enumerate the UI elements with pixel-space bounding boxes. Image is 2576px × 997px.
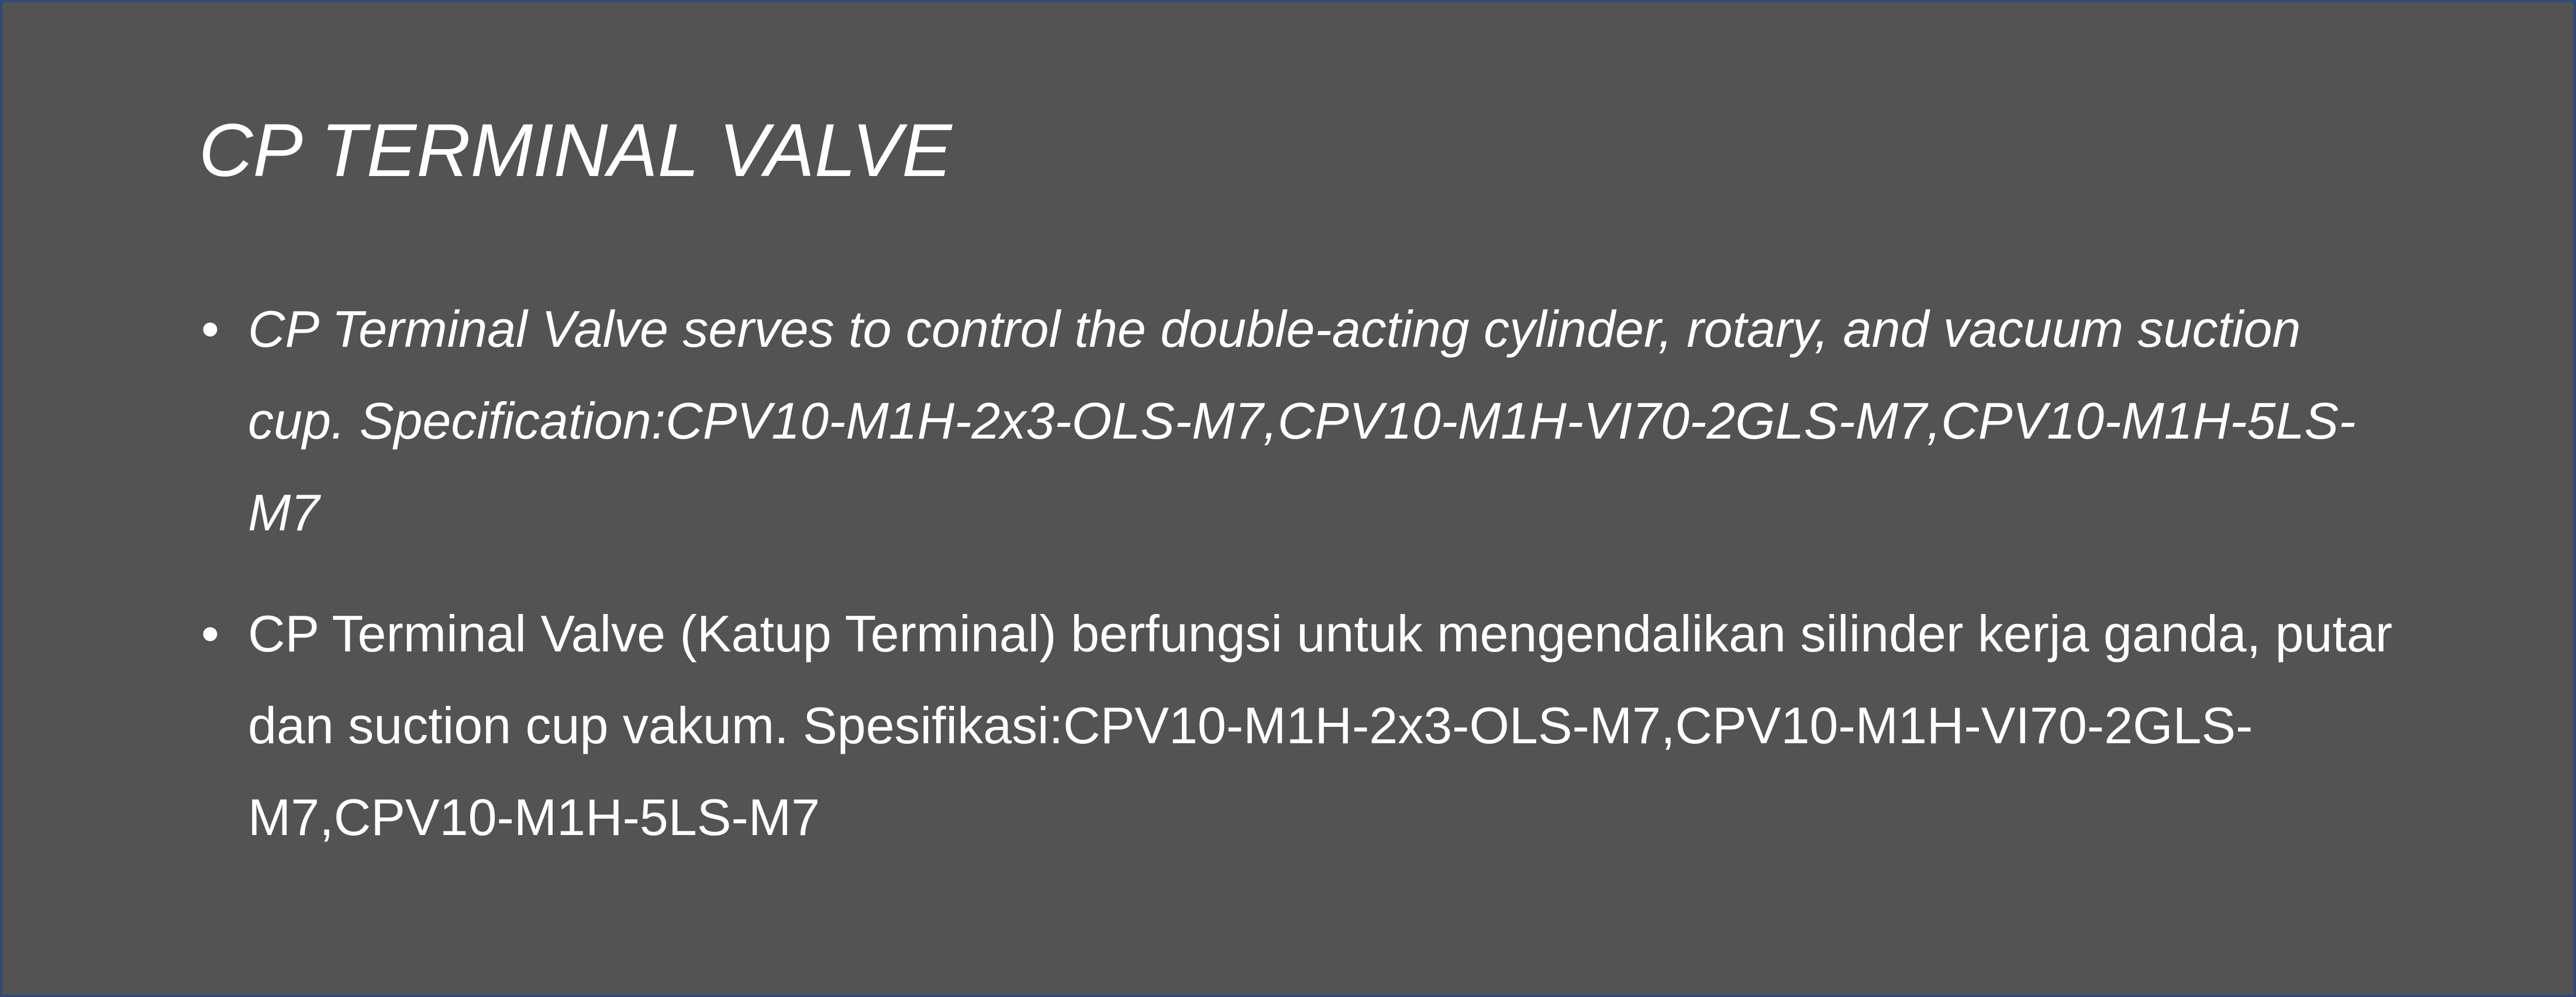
bullet-item-indonesian: • CP Terminal Valve (Katup Terminal) ber… xyxy=(199,588,2409,863)
bullet-text: CP Terminal Valve (Katup Terminal) berfu… xyxy=(248,605,2393,846)
bullet-item-english: • CP Terminal Valve serves to control th… xyxy=(199,283,2409,558)
slide-title: CP TERMINAL VALVE xyxy=(199,109,952,192)
slide: CP TERMINAL VALVE • CP Terminal Valve se… xyxy=(2,2,2574,995)
bullet-marker-icon: • xyxy=(201,605,219,663)
bullet-text: CP Terminal Valve serves to control the … xyxy=(248,300,2356,541)
bullet-list: • CP Terminal Valve serves to control th… xyxy=(199,283,2409,892)
bullet-marker-icon: • xyxy=(201,300,219,358)
